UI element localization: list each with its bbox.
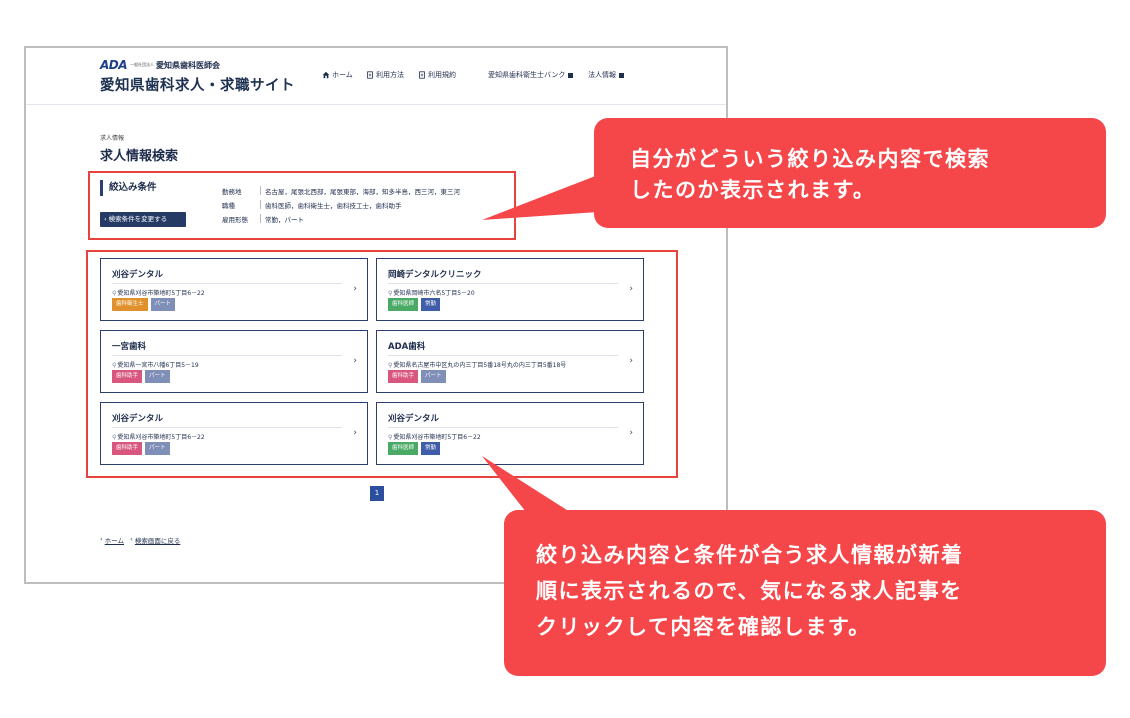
bottom-callout-pointer: [482, 456, 570, 512]
callout-text-line: クリックして内容を確認します。: [536, 615, 871, 639]
callout-filter-explanation: 自分がどういう絞り込み内容で検索 したのか表示されます。: [594, 118, 1106, 228]
callout-text-line: 順に表示されるので、気になる求人記事を: [536, 579, 963, 603]
callout-results-explanation: 絞り込み内容と条件が合う求人情報が新着 順に表示されるので、気になる求人記事を …: [504, 510, 1106, 676]
callout-text-line: 絞り込み内容と条件が合う求人情報が新着: [536, 543, 964, 567]
callout-text-line: 自分がどういう絞り込み内容で検索: [630, 147, 990, 171]
callout-text-line: したのか表示されます。: [630, 178, 876, 202]
top-callout-pointer: [482, 175, 598, 220]
